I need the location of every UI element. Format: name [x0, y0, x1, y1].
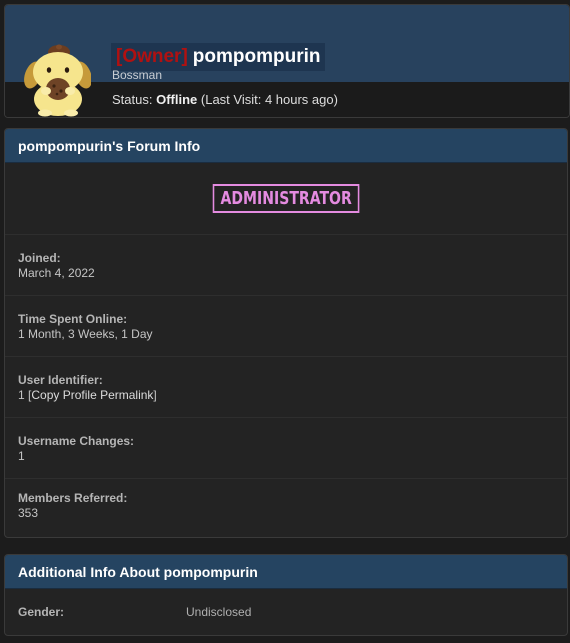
info-row-time-online: Time Spent Online: 1 Month, 3 Weeks, 1 D… — [5, 296, 567, 357]
gender-label: Gender: — [18, 604, 65, 619]
info-value: March 4, 2022 — [18, 266, 95, 280]
info-label: Time Spent Online: — [18, 312, 128, 326]
pompompurin-avatar-icon[interactable] — [21, 39, 91, 117]
info-row-members-referred: Members Referred: 353 — [5, 479, 567, 537]
info-value: 353 — [18, 506, 39, 520]
info-label: User Identifier: — [18, 373, 103, 387]
status-label: Status: — [112, 92, 153, 107]
owner-tag: [Owner] — [116, 46, 188, 67]
user-id-value: 1 — [18, 388, 25, 402]
info-label: Joined: — [18, 251, 61, 265]
user-title: Bossman — [112, 68, 163, 82]
info-row-joined: Joined: March 4, 2022 — [5, 235, 567, 296]
info-row-user-identifier: User Identifier: 1 [Copy Profile Permali… — [5, 357, 567, 418]
username-box: [Owner] pompompurin — [111, 43, 326, 71]
last-visit: (Last Visit: 4 hours ago) — [200, 92, 338, 107]
forum-info-header: pompompurin's Forum Info — [5, 129, 567, 163]
status-value: Offline — [156, 92, 198, 107]
gender-value: Undisclosed — [186, 604, 252, 619]
additional-info-panel: Additional Info About pompompurin Gender… — [4, 554, 568, 636]
info-label: Username Changes: — [18, 434, 135, 448]
profile-username: pompompurin — [192, 46, 321, 67]
info-value: 1 Month, 3 Weeks, 1 Day — [18, 327, 153, 341]
info-value: 1 — [18, 449, 25, 463]
info-value-identifier: 1 [Copy Profile Permalink] — [18, 388, 157, 402]
administrator-badge: ADMINISTRATOR — [212, 184, 360, 213]
status-line: Status: Offline (Last Visit: 4 hours ago… — [112, 92, 338, 107]
forum-info-panel: pompompurin's Forum Info ADMINISTRATOR J… — [4, 128, 568, 538]
profile-card: [Owner] pompompurin Bossman Status: Offl… — [4, 4, 570, 118]
copy-permalink-link[interactable]: Copy Profile Permalink — [31, 388, 153, 402]
additional-info-header: Additional Info About pompompurin — [5, 555, 567, 589]
info-label: Members Referred: — [18, 491, 128, 505]
badge-row: ADMINISTRATOR — [5, 163, 567, 235]
gender-row: Gender: Undisclosed — [5, 589, 567, 634]
info-row-username-changes: Username Changes: 1 — [5, 418, 567, 479]
